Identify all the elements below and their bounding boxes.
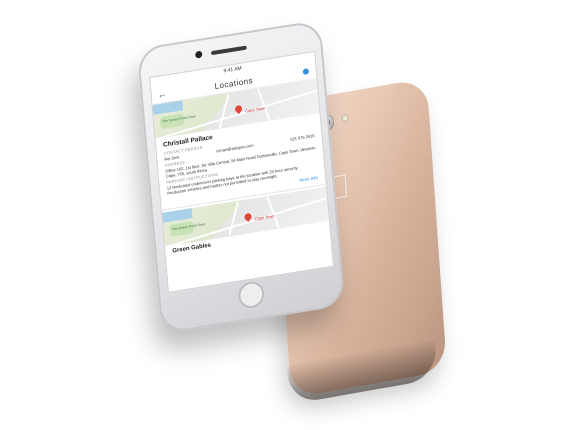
flash-icon: [341, 113, 349, 123]
stage:  9:41 AM ← Locations The Green Point P: [0, 0, 572, 430]
map-pin-label: Cape Town: [245, 105, 266, 114]
map-water: [162, 208, 193, 223]
phone-edge-shadow: [287, 338, 438, 405]
map-pin-label: Cape Town: [254, 213, 275, 222]
map-road: [228, 201, 239, 236]
map-road: [218, 93, 230, 128]
phone-screen: 9:41 AM ← Locations The Green Point Park…: [149, 50, 334, 293]
front-camera-icon: [194, 50, 203, 59]
front-phone: 9:41 AM ← Locations The Green Point Park…: [136, 19, 346, 335]
home-button[interactable]: [237, 279, 266, 310]
earpiece-speaker: [210, 45, 247, 56]
